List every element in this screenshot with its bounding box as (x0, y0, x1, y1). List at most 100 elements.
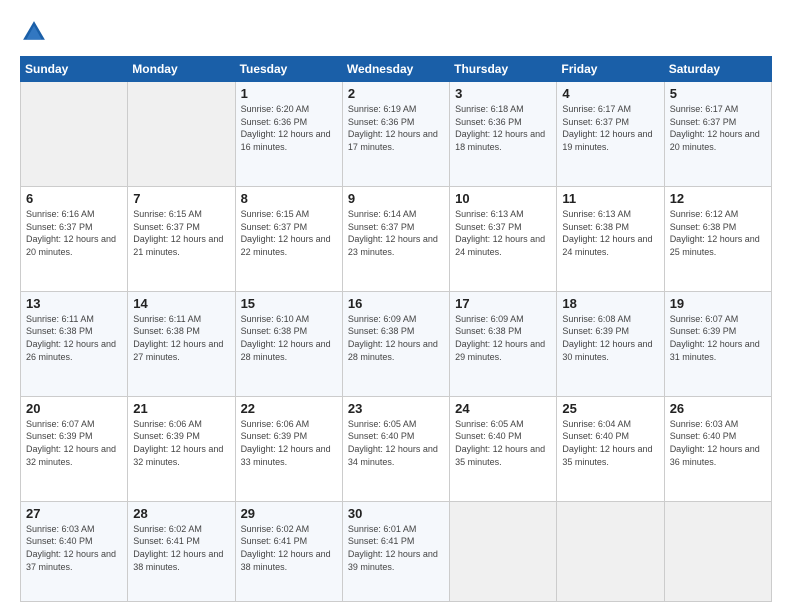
day-number: 3 (455, 86, 551, 101)
daylight-label: Daylight: 12 hours and 36 minutes. (670, 444, 760, 467)
sunrise-label: Sunrise: 6:05 AM (455, 419, 524, 429)
calendar-cell: 5 Sunrise: 6:17 AM Sunset: 6:37 PM Dayli… (664, 82, 771, 187)
day-number: 8 (241, 191, 337, 206)
daylight-label: Daylight: 12 hours and 16 minutes. (241, 129, 331, 152)
daylight-label: Daylight: 12 hours and 21 minutes. (133, 234, 223, 257)
calendar-cell: 1 Sunrise: 6:20 AM Sunset: 6:36 PM Dayli… (235, 82, 342, 187)
sunset-label: Sunset: 6:37 PM (455, 222, 522, 232)
sunset-label: Sunset: 6:38 PM (562, 222, 629, 232)
day-info: Sunrise: 6:03 AM Sunset: 6:40 PM Dayligh… (26, 523, 122, 573)
weekday-header: Monday (128, 57, 235, 82)
day-info: Sunrise: 6:15 AM Sunset: 6:37 PM Dayligh… (133, 208, 229, 258)
calendar-cell (450, 501, 557, 601)
calendar-cell: 20 Sunrise: 6:07 AM Sunset: 6:39 PM Dayl… (21, 396, 128, 501)
sunset-label: Sunset: 6:37 PM (241, 222, 308, 232)
sunrise-label: Sunrise: 6:03 AM (670, 419, 739, 429)
generalblue-icon (20, 18, 48, 46)
sunset-label: Sunset: 6:37 PM (133, 222, 200, 232)
day-info: Sunrise: 6:16 AM Sunset: 6:37 PM Dayligh… (26, 208, 122, 258)
day-number: 2 (348, 86, 444, 101)
weekday-header: Wednesday (342, 57, 449, 82)
daylight-label: Daylight: 12 hours and 38 minutes. (133, 549, 223, 572)
header (20, 18, 772, 46)
page: SundayMondayTuesdayWednesdayThursdayFrid… (0, 0, 792, 612)
day-number: 23 (348, 401, 444, 416)
daylight-label: Daylight: 12 hours and 17 minutes. (348, 129, 438, 152)
sunset-label: Sunset: 6:36 PM (241, 117, 308, 127)
sunset-label: Sunset: 6:36 PM (455, 117, 522, 127)
logo (20, 18, 54, 46)
sunset-label: Sunset: 6:40 PM (348, 431, 415, 441)
daylight-label: Daylight: 12 hours and 28 minutes. (348, 339, 438, 362)
calendar-cell: 13 Sunrise: 6:11 AM Sunset: 6:38 PM Dayl… (21, 291, 128, 396)
daylight-label: Daylight: 12 hours and 20 minutes. (670, 129, 760, 152)
day-info: Sunrise: 6:07 AM Sunset: 6:39 PM Dayligh… (670, 313, 766, 363)
day-info: Sunrise: 6:17 AM Sunset: 6:37 PM Dayligh… (670, 103, 766, 153)
day-info: Sunrise: 6:11 AM Sunset: 6:38 PM Dayligh… (133, 313, 229, 363)
sunrise-label: Sunrise: 6:02 AM (133, 524, 202, 534)
sunrise-label: Sunrise: 6:09 AM (455, 314, 524, 324)
calendar-cell: 17 Sunrise: 6:09 AM Sunset: 6:38 PM Dayl… (450, 291, 557, 396)
sunset-label: Sunset: 6:36 PM (348, 117, 415, 127)
sunset-label: Sunset: 6:38 PM (26, 326, 93, 336)
daylight-label: Daylight: 12 hours and 30 minutes. (562, 339, 652, 362)
calendar-cell: 26 Sunrise: 6:03 AM Sunset: 6:40 PM Dayl… (664, 396, 771, 501)
calendar-cell (557, 501, 664, 601)
sunrise-label: Sunrise: 6:05 AM (348, 419, 417, 429)
calendar-cell: 22 Sunrise: 6:06 AM Sunset: 6:39 PM Dayl… (235, 396, 342, 501)
calendar-header: SundayMondayTuesdayWednesdayThursdayFrid… (21, 57, 772, 82)
sunrise-label: Sunrise: 6:18 AM (455, 104, 524, 114)
calendar-cell: 8 Sunrise: 6:15 AM Sunset: 6:37 PM Dayli… (235, 186, 342, 291)
sunset-label: Sunset: 6:40 PM (670, 431, 737, 441)
sunrise-label: Sunrise: 6:06 AM (241, 419, 310, 429)
daylight-label: Daylight: 12 hours and 34 minutes. (348, 444, 438, 467)
sunset-label: Sunset: 6:41 PM (133, 536, 200, 546)
day-info: Sunrise: 6:11 AM Sunset: 6:38 PM Dayligh… (26, 313, 122, 363)
sunrise-label: Sunrise: 6:15 AM (241, 209, 310, 219)
daylight-label: Daylight: 12 hours and 37 minutes. (26, 549, 116, 572)
day-number: 26 (670, 401, 766, 416)
sunset-label: Sunset: 6:38 PM (670, 222, 737, 232)
sunrise-label: Sunrise: 6:14 AM (348, 209, 417, 219)
day-number: 21 (133, 401, 229, 416)
sunrise-label: Sunrise: 6:12 AM (670, 209, 739, 219)
weekday-header: Thursday (450, 57, 557, 82)
calendar-cell: 15 Sunrise: 6:10 AM Sunset: 6:38 PM Dayl… (235, 291, 342, 396)
sunset-label: Sunset: 6:38 PM (455, 326, 522, 336)
sunrise-label: Sunrise: 6:13 AM (455, 209, 524, 219)
sunset-label: Sunset: 6:37 PM (348, 222, 415, 232)
calendar-week-row: 1 Sunrise: 6:20 AM Sunset: 6:36 PM Dayli… (21, 82, 772, 187)
calendar-cell: 11 Sunrise: 6:13 AM Sunset: 6:38 PM Dayl… (557, 186, 664, 291)
weekday-header: Saturday (664, 57, 771, 82)
day-number: 14 (133, 296, 229, 311)
calendar-cell: 16 Sunrise: 6:09 AM Sunset: 6:38 PM Dayl… (342, 291, 449, 396)
sunset-label: Sunset: 6:40 PM (26, 536, 93, 546)
daylight-label: Daylight: 12 hours and 27 minutes. (133, 339, 223, 362)
day-number: 11 (562, 191, 658, 206)
sunrise-label: Sunrise: 6:04 AM (562, 419, 631, 429)
calendar-cell: 4 Sunrise: 6:17 AM Sunset: 6:37 PM Dayli… (557, 82, 664, 187)
daylight-label: Daylight: 12 hours and 26 minutes. (26, 339, 116, 362)
sunset-label: Sunset: 6:38 PM (133, 326, 200, 336)
day-info: Sunrise: 6:20 AM Sunset: 6:36 PM Dayligh… (241, 103, 337, 153)
sunset-label: Sunset: 6:39 PM (562, 326, 629, 336)
daylight-label: Daylight: 12 hours and 35 minutes. (562, 444, 652, 467)
day-info: Sunrise: 6:06 AM Sunset: 6:39 PM Dayligh… (133, 418, 229, 468)
sunset-label: Sunset: 6:41 PM (241, 536, 308, 546)
day-number: 7 (133, 191, 229, 206)
daylight-label: Daylight: 12 hours and 24 minutes. (562, 234, 652, 257)
sunrise-label: Sunrise: 6:10 AM (241, 314, 310, 324)
sunset-label: Sunset: 6:40 PM (562, 431, 629, 441)
calendar-cell: 2 Sunrise: 6:19 AM Sunset: 6:36 PM Dayli… (342, 82, 449, 187)
calendar-cell: 6 Sunrise: 6:16 AM Sunset: 6:37 PM Dayli… (21, 186, 128, 291)
calendar-table: SundayMondayTuesdayWednesdayThursdayFrid… (20, 56, 772, 602)
daylight-label: Daylight: 12 hours and 35 minutes. (455, 444, 545, 467)
sunrise-label: Sunrise: 6:03 AM (26, 524, 95, 534)
sunset-label: Sunset: 6:37 PM (670, 117, 737, 127)
sunset-label: Sunset: 6:37 PM (562, 117, 629, 127)
calendar-cell: 24 Sunrise: 6:05 AM Sunset: 6:40 PM Dayl… (450, 396, 557, 501)
sunset-label: Sunset: 6:41 PM (348, 536, 415, 546)
day-info: Sunrise: 6:10 AM Sunset: 6:38 PM Dayligh… (241, 313, 337, 363)
calendar-cell: 12 Sunrise: 6:12 AM Sunset: 6:38 PM Dayl… (664, 186, 771, 291)
calendar-week-row: 6 Sunrise: 6:16 AM Sunset: 6:37 PM Dayli… (21, 186, 772, 291)
